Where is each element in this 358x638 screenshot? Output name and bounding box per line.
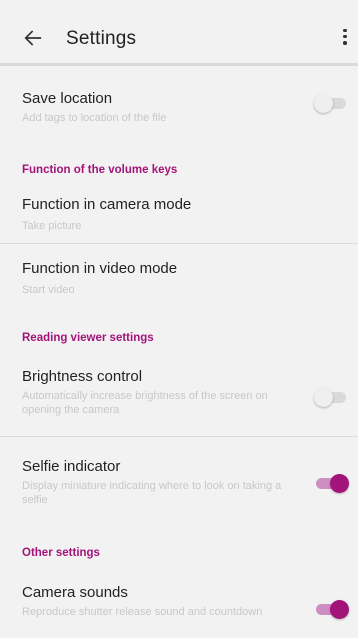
setting-subtitle: Display miniature indicating where to lo… [22,480,282,506]
setting-subtitle: Reproduce shutter release sound and coun… [22,606,263,618]
more-vert-icon[interactable] [340,27,350,49]
divider [0,243,358,244]
toggle-thumb [314,388,333,407]
setting-value: Start video [22,284,75,296]
section-header-other-settings: Other settings [22,547,100,559]
camera-sounds-toggle[interactable] [312,598,350,620]
divider [0,436,358,437]
setting-selfie-indicator[interactable]: Selfie indicator Display miniature indic… [0,448,358,524]
setting-subtitle: Add tags to location of the file [22,112,167,124]
toggle-thumb [330,600,349,619]
section-header-reading-viewer: Reading viewer settings [22,332,154,344]
selfie-indicator-toggle[interactable] [312,472,350,494]
section-header-volume-keys: Function of the volume keys [22,164,178,176]
setting-save-location[interactable]: Save location Add tags to location of th… [0,80,358,132]
arrow-left-icon[interactable] [22,27,44,49]
setting-subtitle: Automatically increase brightness of the… [22,390,268,416]
setting-title: Camera sounds [22,584,128,601]
setting-brightness-control[interactable]: Brightness control Automatically increas… [0,358,358,434]
app-bar: Settings [0,0,358,66]
setting-title: Save location [22,90,113,107]
save-location-toggle[interactable] [312,92,350,114]
setting-video-mode[interactable]: Function in video mode Start video [0,250,358,306]
setting-title: Selfie indicator [22,458,121,475]
toggle-thumb [330,474,349,493]
setting-camera-mode[interactable]: Function in camera mode Take picture [0,186,358,242]
setting-title: Function in video mode [22,260,178,277]
setting-title: Brightness control [22,368,143,385]
brightness-toggle[interactable] [312,386,350,408]
setting-value: Take picture [22,220,82,232]
setting-title: Function in camera mode [22,196,192,213]
toggle-thumb [314,94,333,113]
page-title: Settings [66,28,137,49]
setting-camera-sounds[interactable]: Camera sounds Reproduce shutter release … [0,574,358,638]
